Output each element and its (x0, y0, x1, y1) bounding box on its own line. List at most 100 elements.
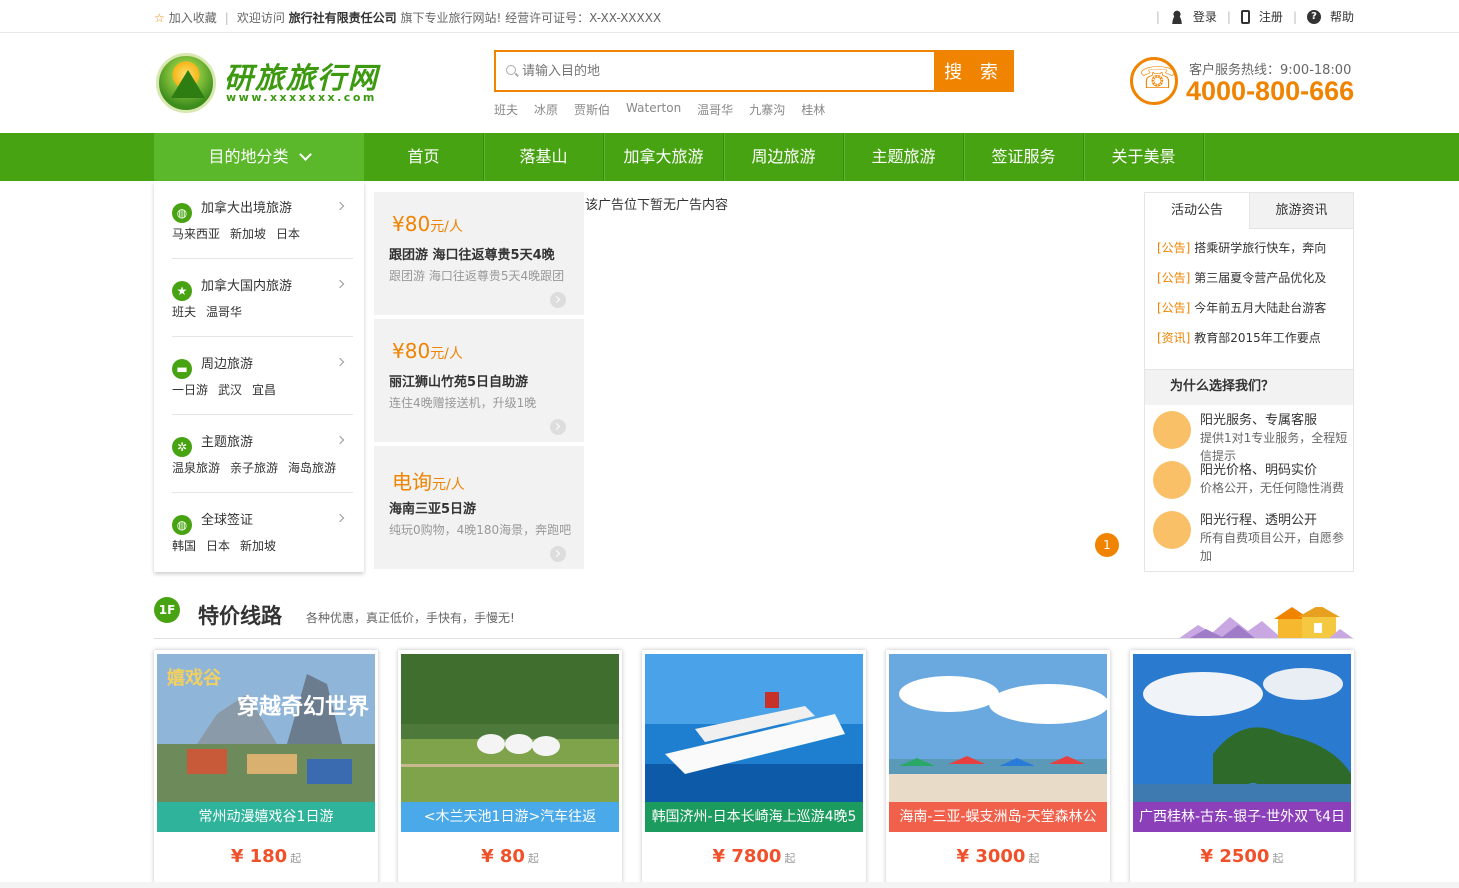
route-image[interactable] (401, 654, 619, 802)
deal-price: ¥80 (392, 212, 431, 236)
chevron-right-icon (335, 513, 345, 523)
why-item: 阳光行程、透明公开 所有自费项目公开，自愿参加 (1153, 509, 1349, 563)
hot-word[interactable]: 贾斯伯 (574, 101, 610, 118)
hot-word[interactable]: 温哥华 (697, 101, 733, 118)
nav-about[interactable]: 关于美景 (1084, 133, 1205, 181)
route-caption[interactable]: 海南-三亚-蜈支洲岛-天堂森林公 (889, 802, 1107, 832)
sidebar-sub-link[interactable]: 韩国 (172, 539, 196, 553)
sidebar-sub-link[interactable]: 新加坡 (240, 539, 276, 553)
sidebar-group[interactable]: ◍ 全球签证 韩国 日本 新加坡 (172, 493, 353, 571)
route-caption[interactable]: 广西桂林-古东-银子-世外双飞4日 (1133, 802, 1351, 832)
deal-desc: 连住4晚赠接送机，升级1晚 (389, 396, 537, 410)
route-card[interactable]: 海南-三亚-蜈支洲岛-天堂森林公 ¥ 3000 起 (886, 650, 1110, 888)
floor-badge: 1F (154, 597, 180, 623)
hot-word[interactable]: 冰原 (534, 101, 558, 118)
notice-item[interactable]: [资讯] 教育部2015年工作要点 (1157, 327, 1347, 357)
route-caption[interactable]: 韩国济州-日本长崎海上巡游4晚5 (645, 802, 863, 832)
deal-unit: 元/人 (430, 346, 463, 362)
ad-placeholder-text: 该广告位下暂无广告内容 (585, 198, 729, 213)
sidebar-sub-link[interactable]: 海岛旅游 (288, 461, 336, 475)
nav-canada-travel[interactable]: 加拿大旅游 (604, 133, 725, 181)
hot-word[interactable]: 九寨沟 (749, 101, 785, 118)
star-icon[interactable]: ☆ (154, 11, 165, 25)
top-welcome: ☆ 加入收藏 | 欢迎访问 旅行社有限责任公司 旗下专业旅行网站! 经营许可证号：X-… (154, 11, 662, 25)
route-image[interactable]: 嬉戏谷 穿越奇幻世界 (157, 654, 375, 802)
route-image[interactable] (889, 654, 1107, 802)
search-button[interactable]: 搜 索 (934, 50, 1014, 92)
arrow-right-circle-icon[interactable] (550, 292, 566, 308)
notice-item[interactable]: [公告] 搭乘研学旅行快车，奔向 (1157, 237, 1347, 267)
hot-words: 班夫 冰原 贾斯伯 Waterton 温哥华 九寨沟 桂林 (494, 101, 841, 118)
route-caption[interactable]: 常州动漫嬉戏谷1日游 (157, 802, 375, 832)
deal-price: 电询 (392, 470, 432, 494)
notice-item[interactable]: [公告] 第三届夏令营产品优化及 (1157, 267, 1347, 297)
deal-title[interactable]: 海南三亚5日游 (389, 498, 476, 517)
nav-nearby-travel[interactable]: 周边旅游 (724, 133, 845, 181)
main-nav: 目的地分类 首页 落基山 加拿大旅游 周边旅游 主题旅游 签证服务 关于美景 (0, 133, 1459, 181)
route-caption[interactable]: <木兰天池1日游>汽车往返 (401, 802, 619, 832)
notice-item[interactable]: [公告] 今年前五月大陆赴台游客 (1157, 297, 1347, 327)
palm-icon: ✲ (172, 437, 192, 457)
sidebar-group-title[interactable]: 加拿大国内旅游 (201, 279, 292, 294)
sidebar-sub-link[interactable]: 亲子旅游 (230, 461, 278, 475)
sidebar-sub-link[interactable]: 马来西亚 (172, 227, 220, 241)
sidebar-sub-link[interactable]: 新加坡 (230, 227, 266, 241)
hot-word[interactable]: 桂林 (801, 101, 825, 118)
chevron-right-icon (335, 201, 345, 211)
help-link[interactable]: 帮助 (1330, 8, 1354, 25)
nav-visa-service[interactable]: 签证服务 (964, 133, 1085, 181)
sidebar-sub-link[interactable]: 武汉 (218, 383, 242, 397)
handshake-icon (1153, 511, 1191, 549)
sidebar-group[interactable]: ★ 加拿大国内旅游 班夫 温哥华 (172, 259, 353, 337)
sidebar-sub-link[interactable]: 温哥华 (206, 305, 242, 319)
sidebar-sub-link[interactable]: 一日游 (172, 383, 208, 397)
nav-theme-travel[interactable]: 主题旅游 (844, 133, 965, 181)
logo-icon[interactable] (156, 53, 216, 113)
arrow-right-circle-icon[interactable] (550, 419, 566, 435)
tab-travel-news[interactable]: 旅游资讯 (1249, 193, 1353, 229)
route-image[interactable] (1133, 654, 1351, 802)
sidebar-group-title[interactable]: 主题旅游 (201, 435, 253, 450)
deal-item[interactable]: ¥80元/人 丽江狮山竹苑5日自助游 连住4晚赠接送机，升级1晚 (374, 319, 584, 444)
deal-item[interactable]: 电询元/人 海南三亚5日游 纯玩0购物，4晚180海景，奔跑吧 (374, 446, 584, 571)
arrow-right-circle-icon[interactable] (550, 546, 566, 562)
deal-unit: 元/人 (430, 219, 463, 235)
search-input[interactable] (496, 52, 936, 90)
deal-item[interactable]: ¥80元/人 跟团游 海口往返尊贵5天4晚 跟团游 海口往返尊贵5天4晚跟团 (374, 192, 584, 317)
nav-home[interactable]: 首页 (364, 133, 485, 181)
deal-title[interactable]: 跟团游 海口往返尊贵5天4晚 (389, 244, 555, 263)
deal-title[interactable]: 丽江狮山竹苑5日自助游 (389, 371, 528, 390)
sidebar-group-title[interactable]: 全球签证 (201, 513, 253, 528)
tab-announcements[interactable]: 活动公告 (1145, 193, 1249, 229)
route-card[interactable]: 韩国济州-日本长崎海上巡游4晚5 ¥ 7800 起 (642, 650, 866, 888)
floor-desc: 各种优惠，真正低价，手快有，手慢无! (306, 611, 515, 625)
route-image[interactable] (645, 654, 863, 802)
sidebar-group-title[interactable]: 周边旅游 (201, 357, 253, 372)
route-card[interactable]: 嬉戏谷 穿越奇幻世界 常州动漫嬉戏谷1日游 ¥ 180 起 (154, 650, 378, 888)
carousel-page-indicator[interactable]: 1 (1095, 533, 1119, 557)
star-globe-icon: ★ (172, 281, 192, 301)
sidebar-group[interactable]: ✲ 主题旅游 温泉旅游 亲子旅游 海岛旅游 (172, 415, 353, 493)
register-link[interactable]: 注册 (1259, 8, 1283, 25)
mountains-house-icon (1178, 607, 1354, 639)
destination-category-button[interactable]: 目的地分类 (154, 133, 364, 181)
hot-word[interactable]: Waterton (626, 101, 681, 118)
sidebar-group[interactable]: ◍ 加拿大出境旅游 马来西亚 新加坡 日本 (172, 181, 353, 259)
route-price: ¥ 3000 (956, 846, 1026, 867)
hot-word[interactable]: 班夫 (494, 101, 518, 118)
sidebar-sub-link[interactable]: 日本 (276, 227, 300, 241)
route-card[interactable]: <木兰天池1日游>汽车往返 ¥ 80 起 (398, 650, 622, 888)
route-card[interactable]: 广西桂林-古东-银子-世外双飞4日 ¥ 2500 起 (1130, 650, 1354, 888)
nav-rockies[interactable]: 落基山 (484, 133, 605, 181)
sidebar-sub-link[interactable]: 日本 (206, 539, 230, 553)
sidebar-sub-link[interactable]: 班夫 (172, 305, 196, 319)
company-name: 旅行社有限责任公司 (288, 11, 397, 25)
chevron-right-icon (335, 435, 345, 445)
sidebar-group-title[interactable]: 加拿大出境旅游 (201, 201, 292, 216)
sidebar-sub-link[interactable]: 温泉旅游 (172, 461, 220, 475)
login-link[interactable]: 登录 (1193, 8, 1217, 25)
add-favorite-link[interactable]: 加入收藏 (169, 11, 217, 25)
notice-list: [公告] 搭乘研学旅行快车，奔向 [公告] 第三届夏令营产品优化及 [公告] 今… (1157, 237, 1347, 357)
sidebar-group[interactable]: ▬ 周边旅游 一日游 武汉 宜昌 (172, 337, 353, 415)
sidebar-sub-link[interactable]: 宜昌 (252, 383, 276, 397)
